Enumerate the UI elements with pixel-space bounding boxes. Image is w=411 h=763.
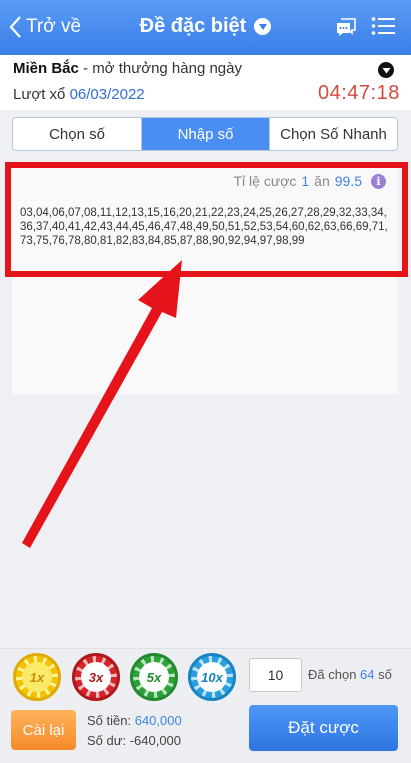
chip-5x-label: 5x <box>139 662 169 692</box>
dropdown-icon[interactable] <box>378 62 394 78</box>
amount-label: Số tiền: <box>87 713 132 728</box>
selected-prefix: Đã chọn <box>308 667 357 682</box>
game-selector[interactable]: Đề đặc biệt <box>140 15 272 38</box>
place-bet-button[interactable]: Đặt cược <box>249 705 398 751</box>
selected-number: 64 <box>360 667 375 682</box>
chat-icon[interactable] <box>335 16 357 38</box>
chip-3x[interactable]: 3x <box>72 653 120 701</box>
menu-list-icon[interactable] <box>371 16 395 36</box>
selected-count: Đã chọn 64 số <box>308 667 392 682</box>
chip-5x[interactable]: 5x <box>130 653 178 701</box>
reset-button[interactable]: Cài lại <box>11 710 76 750</box>
region-selector[interactable]: Miền Bắc - mở thưởng hàng ngày <box>13 60 242 77</box>
action-bar: Cài lại Số tiền: 640,000 Số dư: -640,000… <box>0 703 411 763</box>
chips-bar: 1x 3x 5x 10x Đã chọn 64 số <box>0 648 411 703</box>
balance-label: Số dư: <box>87 733 127 748</box>
caret-down-icon <box>254 18 272 35</box>
tab-nhap-so[interactable]: Nhập số <box>142 118 270 150</box>
chip-1x-label: 1x <box>22 662 52 692</box>
region-subtitle: - mở thưởng hàng ngày <box>78 60 242 77</box>
app-header: Trở về Đề đặc biệt <box>0 0 411 55</box>
chip-10x-label: 10x <box>197 662 227 692</box>
page-title: Đề đặc biệt <box>139 15 247 37</box>
countdown-timer: 04:47:18 <box>318 82 400 104</box>
tab-chon-so-nhanh[interactable]: Chọn Số Nhanh <box>270 118 397 150</box>
tab-chon-so[interactable]: Chọn số <box>13 118 142 150</box>
draw-info: Miền Bắc - mở thưởng hàng ngày Lượt xổ 0… <box>0 55 411 110</box>
selected-suffix: số <box>378 667 392 682</box>
money-summary: Số tiền: 640,000 Số dư: -640,000 <box>87 711 182 751</box>
draw-label-text: Lượt xổ <box>13 86 70 103</box>
chip-1x[interactable]: 1x <box>13 653 61 701</box>
region-name: Miền Bắc <box>13 60 79 77</box>
quantity-input[interactable] <box>249 658 302 692</box>
draw-label: Lượt xổ 06/03/2022 <box>13 86 145 103</box>
balance-value: -640,000 <box>129 733 182 748</box>
bet-mode-tabs: Chọn số Nhập số Chọn Số Nhanh <box>12 117 398 151</box>
highlight-box <box>5 162 408 277</box>
amount-value: 640,000 <box>134 713 182 728</box>
chip-10x[interactable]: 10x <box>188 653 236 701</box>
balance-row: Số dư: -640,000 <box>87 731 182 751</box>
chip-3x-label: 3x <box>81 662 111 692</box>
amount-row: Số tiền: 640,000 <box>87 711 182 731</box>
draw-date: 06/03/2022 <box>69 86 145 103</box>
tabs-area: Chọn số Nhập số Chọn Số Nhanh <box>0 110 411 160</box>
